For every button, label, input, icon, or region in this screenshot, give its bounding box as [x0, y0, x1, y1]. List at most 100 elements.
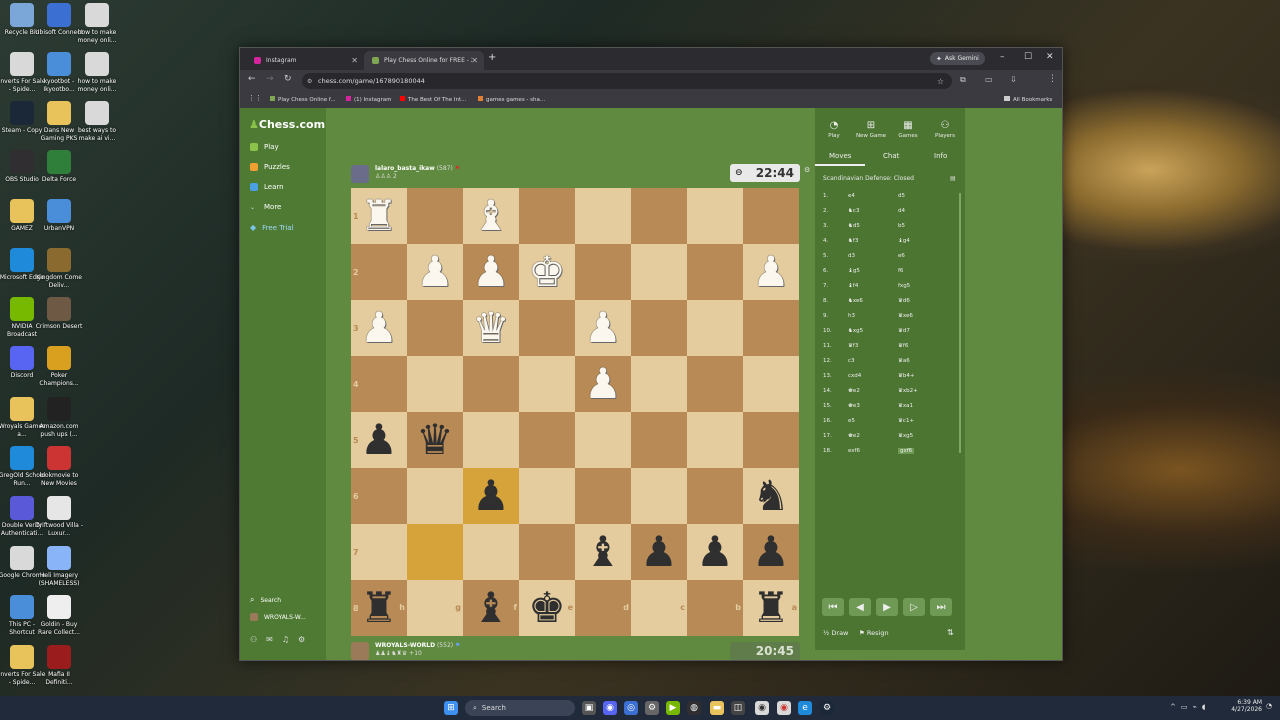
sidebar-search[interactable]: ⌕ Search: [250, 595, 281, 605]
move[interactable]: exf6: [848, 448, 860, 454]
ubisoft-icon[interactable]: ◎: [624, 701, 638, 715]
board-square[interactable]: ♟: [575, 356, 631, 412]
black-pawn-icon[interactable]: ♟: [360, 412, 398, 468]
move[interactable]: ♛xb2+: [898, 388, 918, 394]
board-square[interactable]: 4: [351, 356, 407, 412]
board-square[interactable]: ♟: [575, 300, 631, 356]
black-bishop-icon[interactable]: ♝: [472, 580, 510, 636]
next-move-button[interactable]: ▷: [903, 598, 925, 616]
board-square[interactable]: [743, 300, 799, 356]
clock[interactable]: 6:39 AM 4/27/2026: [1226, 699, 1262, 713]
move[interactable]: ♚e2: [848, 433, 860, 439]
panel-button-new-game[interactable]: ⊞ New Game: [852, 120, 890, 139]
sidebar-item-more[interactable]: ⌄ More: [250, 203, 281, 211]
board-square[interactable]: 5 ♟: [351, 412, 407, 468]
board-square[interactable]: [687, 300, 743, 356]
desktop-icon[interactable]: Heli Imagery (SHAMELESS): [34, 546, 84, 588]
move[interactable]: h3: [848, 313, 855, 319]
nvidia-icon[interactable]: ▶: [666, 701, 680, 715]
sidebar-item-free-trial[interactable]: ◆ Free Trial: [250, 223, 294, 232]
move[interactable]: e5: [848, 418, 855, 424]
move[interactable]: fxg5: [898, 283, 910, 289]
board-square[interactable]: [631, 356, 687, 412]
board-square[interactable]: [463, 412, 519, 468]
move[interactable]: ♛xe6: [898, 313, 913, 319]
board-square[interactable]: [407, 524, 463, 580]
desktop-icon[interactable]: UrbanVPN: [34, 199, 84, 233]
move[interactable]: ♞d5: [848, 223, 860, 229]
board-square[interactable]: ♛: [407, 412, 463, 468]
black-pawn-icon[interactable]: ♟: [640, 524, 678, 580]
previous-move-button[interactable]: ◀: [849, 598, 871, 616]
white-pawn-icon[interactable]: ♟: [584, 356, 622, 412]
black-bishop-icon[interactable]: ♝: [584, 524, 622, 580]
board-square[interactable]: [463, 524, 519, 580]
board-square[interactable]: [407, 468, 463, 524]
white-pawn-icon[interactable]: ♟: [360, 300, 398, 356]
close-icon[interactable]: ✕: [471, 56, 478, 65]
white-bishop-icon[interactable]: ♝: [472, 188, 510, 244]
move[interactable]: ♛c1+: [898, 418, 914, 424]
store-icon[interactable]: ◫: [731, 701, 745, 715]
tab-info[interactable]: Info: [934, 152, 947, 160]
board-square[interactable]: [687, 188, 743, 244]
black-pawn-icon[interactable]: ♟: [472, 468, 510, 524]
board-square[interactable]: e ♚: [519, 580, 575, 636]
board-square[interactable]: [575, 188, 631, 244]
tab-instagram[interactable]: Instagram ✕: [246, 51, 364, 70]
board-square[interactable]: d: [575, 580, 631, 636]
menu-icon[interactable]: ⋮: [1048, 74, 1057, 84]
maximize-icon[interactable]: ☐: [1024, 52, 1032, 62]
first-move-button[interactable]: ⏮: [822, 598, 844, 616]
board-square[interactable]: [743, 356, 799, 412]
board-square[interactable]: 2: [351, 244, 407, 300]
board-square[interactable]: b: [687, 580, 743, 636]
sidebar-item-puzzles[interactable]: Puzzles: [250, 163, 290, 171]
move[interactable]: ♝g5: [848, 268, 860, 274]
board-square[interactable]: g: [407, 580, 463, 636]
resign-button[interactable]: ⚑ Resign: [859, 629, 889, 637]
desktop-icon[interactable]: Goldin - Buy Rare Collect...: [34, 595, 84, 637]
board-square[interactable]: [519, 188, 575, 244]
move[interactable]: ♚e2: [848, 388, 860, 394]
board-square[interactable]: 8 h ♜: [351, 580, 407, 636]
desktop-icon[interactable]: Crimson Desert: [34, 297, 84, 331]
file-explorer-icon[interactable]: ▬: [710, 701, 724, 715]
move[interactable]: f6: [898, 268, 903, 274]
chess-logo[interactable]: ♟Chess.com: [249, 118, 325, 131]
black-pawn-icon[interactable]: ♟: [696, 524, 734, 580]
window-close-icon[interactable]: ✕: [1046, 52, 1054, 62]
board-square[interactable]: [407, 188, 463, 244]
board-square[interactable]: [743, 188, 799, 244]
board-square[interactable]: [519, 524, 575, 580]
white-king-icon[interactable]: ♚: [528, 244, 566, 300]
black-queen-icon[interactable]: ♛: [416, 412, 454, 468]
system-tray-icons[interactable]: ^▭⌁◖: [1170, 703, 1210, 711]
obs-icon[interactable]: ◍: [687, 701, 701, 715]
move[interactable]: ♞xg5: [848, 328, 863, 334]
board-square[interactable]: [687, 468, 743, 524]
tab-chess[interactable]: Play Chess Online for FREE - 2 ✕: [364, 51, 484, 70]
board-square[interactable]: 7: [351, 524, 407, 580]
board-square[interactable]: ♟: [631, 524, 687, 580]
bookmark-item[interactable]: Play Chess Online f...: [270, 96, 336, 103]
play-moves-button[interactable]: ▶: [876, 598, 898, 616]
sidebar-footer-icons[interactable]: ⚇✉♫⚙: [250, 635, 314, 644]
panel-button-games[interactable]: ▦ Games: [889, 120, 927, 139]
minimize-icon[interactable]: –: [1000, 52, 1005, 62]
address-bar[interactable]: ⚙ chess.com/game/167890180044 ☆: [302, 73, 952, 89]
board-square[interactable]: 6: [351, 468, 407, 524]
desktop-icon[interactable]: Delta Force: [34, 150, 84, 184]
black-rook-icon[interactable]: ♜: [360, 580, 398, 636]
desktop-icon[interactable]: Amazon.com push ups (...: [34, 397, 84, 439]
board-square[interactable]: [743, 412, 799, 468]
board-square[interactable]: [407, 300, 463, 356]
chess-board[interactable]: 1 ♜ ♝ 2 ♟ ♟ ♚ ♟ 3 ♟ ♛ ♟ 4 ♟ 5 ♟ ♛ 6 ♟ ♞ 7 ♝ ♟ ♟ ♟ 8 h ♜ g f ♝ e ♚ d c b a ♜: [351, 188, 799, 636]
all-bookmarks[interactable]: All Bookmarks: [1004, 96, 1052, 103]
white-pawn-icon[interactable]: ♟: [472, 244, 510, 300]
board-square[interactable]: ♛: [463, 300, 519, 356]
start-icon[interactable]: ⊞: [444, 701, 458, 715]
white-queen-icon[interactable]: ♛: [472, 300, 510, 356]
board-square[interactable]: ♝: [463, 188, 519, 244]
board-square[interactable]: [631, 412, 687, 468]
